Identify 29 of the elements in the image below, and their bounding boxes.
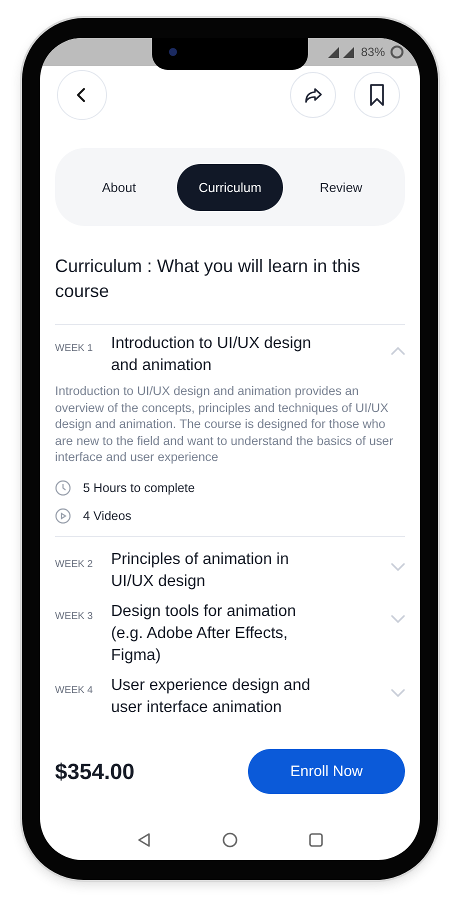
week-label: WEEK 2: [55, 558, 94, 570]
bookmark-button[interactable]: [354, 72, 400, 118]
tab[interactable]: Review: [293, 164, 389, 210]
tab[interactable]: Curriculum: [177, 164, 283, 210]
week-title: Introduction to UI/UX design and animation: [111, 334, 312, 376]
section-heading: Curriculum : What you will learn in this course: [55, 255, 362, 303]
play-icon: [55, 508, 71, 524]
detail-text: 4 Videos: [83, 508, 132, 522]
enroll-button[interactable]: Enroll Now: [248, 749, 405, 794]
bookmark-icon: [367, 83, 387, 107]
week-label: WEEK 4: [55, 684, 94, 696]
detail-text: 5 Hours to complete: [83, 480, 195, 494]
back-nav-icon[interactable]: [136, 832, 152, 848]
tab[interactable]: About: [71, 164, 167, 210]
week-label: WEEK 3: [55, 610, 94, 622]
week-title: Principles of animation in UI/UX design: [111, 550, 290, 592]
week-title: Design tools for animation (e.g. Adobe After Effects, Figma): [111, 602, 297, 666]
signal-icon: [326, 46, 356, 58]
price: $354.00: [55, 758, 135, 784]
week-description: Introduction to UI/UX design and animation provides an overview of the concepts, principles and techniques of UI/UX design and animation. The course is designed for those who are new to the field and want to understand the basics of user interface and user experience: [55, 383, 394, 466]
week-title: User experience design and user interface animation: [111, 676, 312, 718]
share-icon: [303, 85, 323, 105]
week-label: WEEK 1: [55, 343, 94, 354]
battery-percent: 83%: [360, 45, 385, 59]
home-nav-icon[interactable]: [222, 832, 238, 848]
share-button[interactable]: [290, 72, 336, 118]
recents-nav-icon[interactable]: [308, 832, 324, 848]
clock-icon: [55, 480, 71, 496]
battery-icon: [390, 45, 404, 59]
